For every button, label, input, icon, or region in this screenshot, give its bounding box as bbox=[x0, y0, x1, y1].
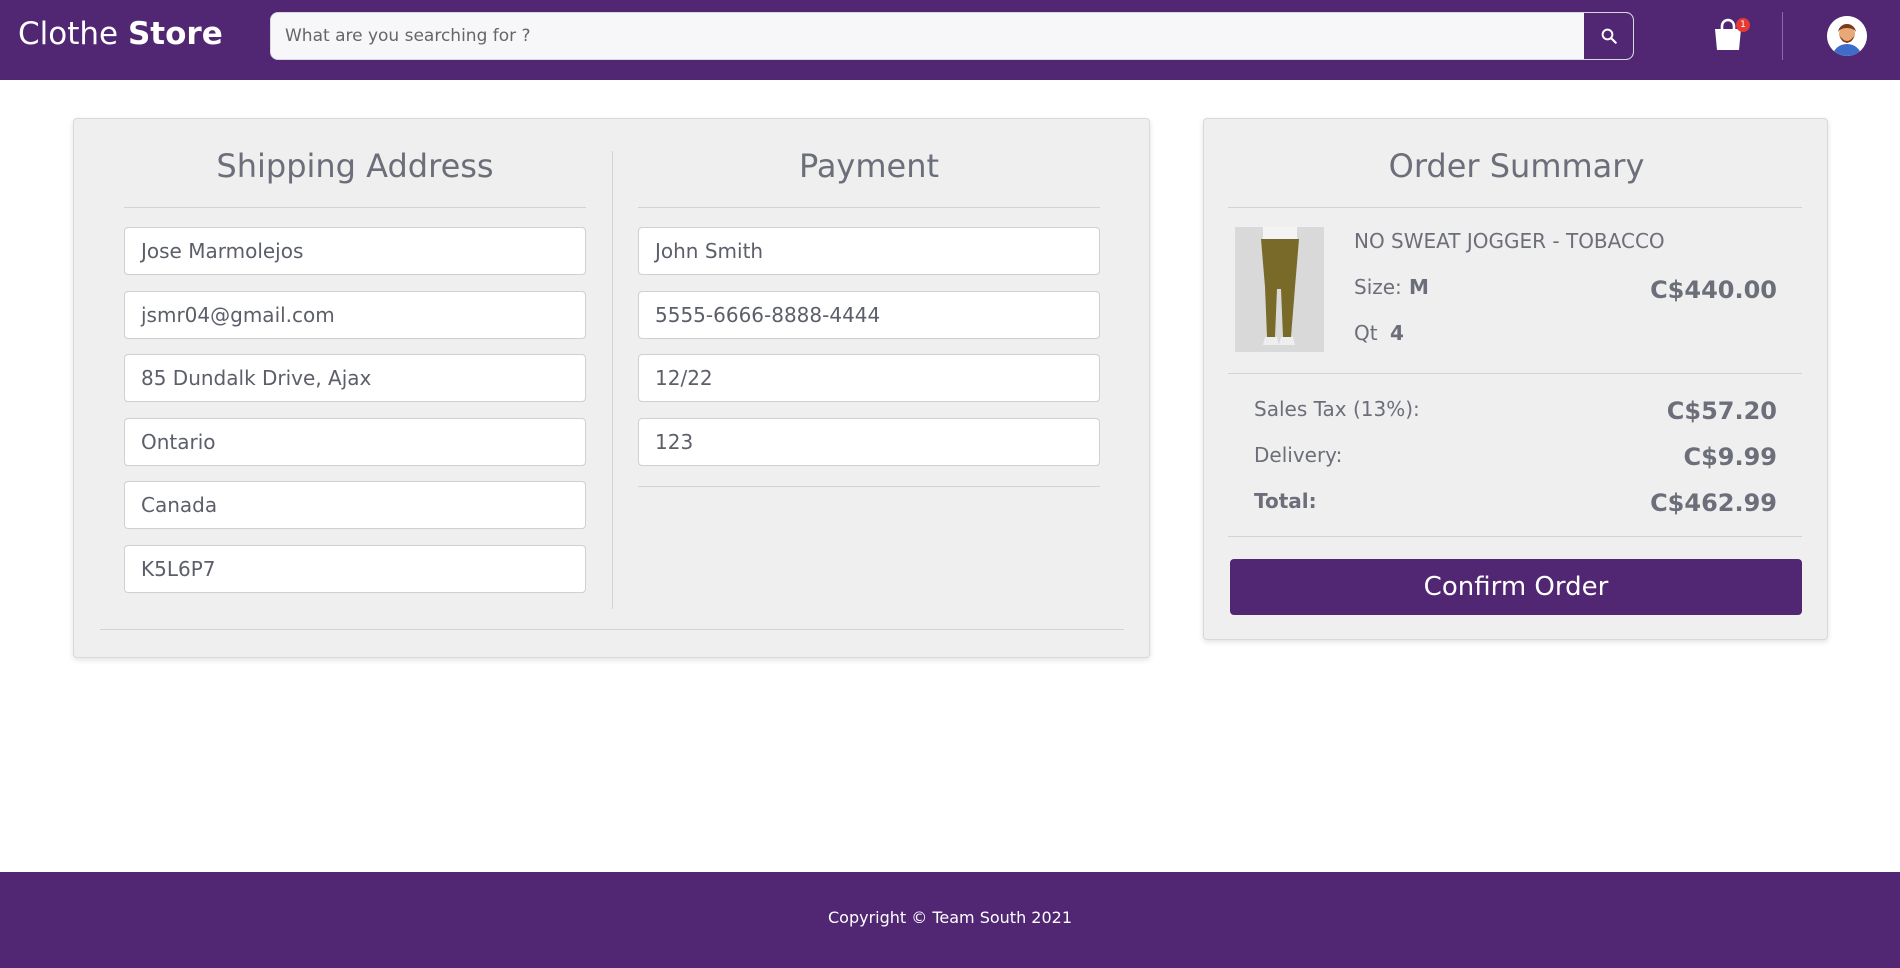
product-name: NO SWEAT JOGGER - TOBACCO bbox=[1354, 229, 1665, 253]
product-divider bbox=[1228, 373, 1802, 374]
country-field[interactable]: Canada bbox=[124, 481, 586, 529]
product-price: C$440.00 bbox=[1650, 276, 1777, 304]
cvv-field[interactable]: 123 bbox=[638, 418, 1100, 466]
store-logo[interactable]: Clothe Store bbox=[18, 16, 223, 52]
cart-button[interactable]: 1 bbox=[1712, 18, 1750, 54]
total-value: C$462.99 bbox=[1650, 489, 1777, 517]
totals-divider bbox=[1228, 536, 1802, 537]
postal-code-field[interactable]: K5L6P7 bbox=[124, 545, 586, 593]
total-label: Total: bbox=[1254, 489, 1317, 513]
delivery-value: C$9.99 bbox=[1683, 443, 1777, 471]
card-number-field[interactable]: 5555-6666-8888-4444 bbox=[638, 291, 1100, 339]
sales-tax-label: Sales Tax (13%): bbox=[1254, 397, 1420, 421]
expiry-field[interactable]: 12/22 bbox=[638, 354, 1100, 402]
payment-bottom-divider bbox=[638, 486, 1100, 487]
header-divider bbox=[1782, 12, 1783, 60]
page-footer: Copyright © Team South 2021 bbox=[0, 872, 1900, 968]
search-bar bbox=[270, 12, 1634, 60]
column-divider bbox=[612, 151, 613, 609]
brand-bold-text: Store bbox=[127, 16, 223, 52]
product-thumbnail[interactable] bbox=[1235, 227, 1324, 352]
size-value: M bbox=[1409, 275, 1429, 299]
avatar-icon bbox=[1827, 16, 1867, 56]
shipping-title: Shipping Address bbox=[216, 147, 494, 185]
address-field[interactable]: 85 Dundalk Drive, Ajax bbox=[124, 354, 586, 402]
email-field[interactable]: jsmr04@gmail.com bbox=[124, 291, 586, 339]
checkout-form-card: Shipping Address Payment Jose Marmolejos… bbox=[73, 118, 1150, 658]
jogger-pants-image bbox=[1235, 227, 1324, 352]
province-field[interactable]: Ontario bbox=[124, 418, 586, 466]
sales-tax-value: C$57.20 bbox=[1666, 397, 1777, 425]
order-summary-title: Order Summary bbox=[1388, 147, 1645, 185]
order-summary-card: Order Summary NO SWEAT JOGGER - TOBACCO … bbox=[1203, 118, 1828, 640]
payment-title: Payment bbox=[798, 147, 940, 185]
summary-title-divider bbox=[1228, 207, 1802, 208]
qty-label: Qt bbox=[1354, 321, 1378, 345]
confirm-order-button[interactable]: Confirm Order bbox=[1230, 559, 1802, 615]
user-avatar[interactable] bbox=[1827, 16, 1867, 56]
form-bottom-divider bbox=[100, 629, 1124, 630]
search-icon bbox=[1601, 28, 1617, 44]
shipping-title-divider bbox=[124, 207, 586, 208]
copyright-text: Copyright © Team South 2021 bbox=[827, 908, 1073, 927]
full-name-field[interactable]: Jose Marmolejos bbox=[124, 227, 586, 275]
size-label: Size: bbox=[1354, 275, 1402, 299]
top-header: Clothe Store 1 bbox=[0, 0, 1900, 80]
cardholder-name-field[interactable]: John Smith bbox=[638, 227, 1100, 275]
payment-title-divider bbox=[638, 207, 1100, 208]
qty-value: 4 bbox=[1390, 321, 1404, 345]
delivery-label: Delivery: bbox=[1254, 443, 1343, 467]
cart-count-badge: 1 bbox=[1736, 18, 1750, 32]
search-button[interactable] bbox=[1584, 13, 1633, 59]
brand-light-text: Clothe bbox=[18, 16, 119, 52]
search-input[interactable] bbox=[271, 13, 1585, 59]
